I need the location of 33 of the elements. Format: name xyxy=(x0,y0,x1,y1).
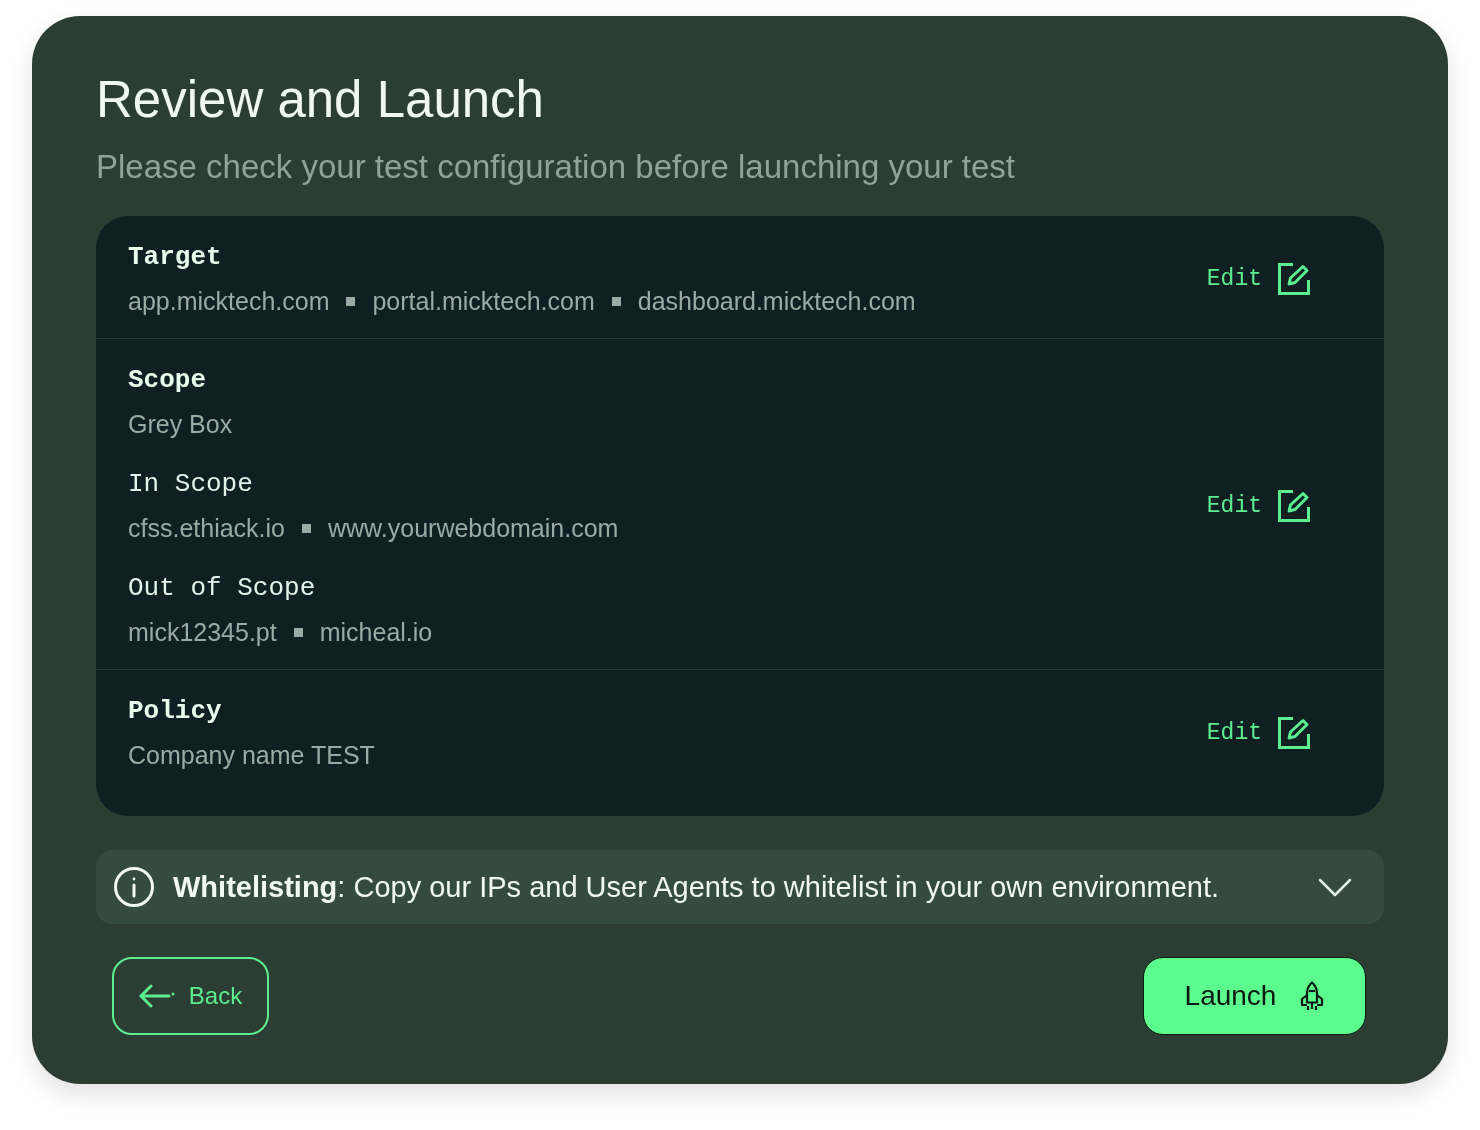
page-subtitle: Please check your test configuration before launching your test xyxy=(96,149,1017,185)
value-text: mick12345.pt xyxy=(128,617,277,647)
pencil-square-icon xyxy=(1278,263,1310,295)
group-label: Out of Scope xyxy=(128,573,316,603)
info-icon xyxy=(114,867,154,907)
value-text: www.yourwebdomain.com xyxy=(328,513,619,543)
value-text: dashboard.micktech.com xyxy=(637,286,916,316)
section-heading: Policy xyxy=(128,696,222,726)
chevron-down-icon[interactable] xyxy=(1318,877,1352,897)
value-text: app.micktech.com xyxy=(128,286,330,316)
square-bullet-icon xyxy=(293,627,303,637)
square-bullet-icon xyxy=(346,296,356,306)
arrow-left-icon xyxy=(138,984,175,1008)
notice-text: Whitelisting: Copy our IPs and User Agents to whitelist in your own environment. xyxy=(173,870,1221,904)
section-heading: Target xyxy=(128,242,222,272)
edit-button[interactable]: Edit xyxy=(1206,490,1310,522)
square-bullet-icon xyxy=(611,296,621,306)
value-text: cfss.ethiack.io xyxy=(128,513,285,543)
value-text: Company name TEST xyxy=(128,740,375,770)
back-button[interactable]: Back xyxy=(112,957,269,1035)
edit-button[interactable]: Edit xyxy=(1206,263,1310,295)
page-title: Review and Launch xyxy=(96,71,545,129)
square-bullet-icon xyxy=(302,523,311,533)
pencil-square-icon xyxy=(1278,490,1310,522)
group-label: In Scope xyxy=(128,469,253,499)
edit-button[interactable]: Edit xyxy=(1206,717,1310,749)
pencil-square-icon xyxy=(1278,717,1310,749)
value-text: portal.micktech.com xyxy=(372,286,595,316)
section-heading: Scope xyxy=(128,365,206,395)
value-text: micheal.io xyxy=(319,617,433,647)
value-text: Grey Box xyxy=(128,409,233,439)
rocket-icon xyxy=(1300,981,1325,1011)
launch-button[interactable]: Launch xyxy=(1143,957,1366,1035)
